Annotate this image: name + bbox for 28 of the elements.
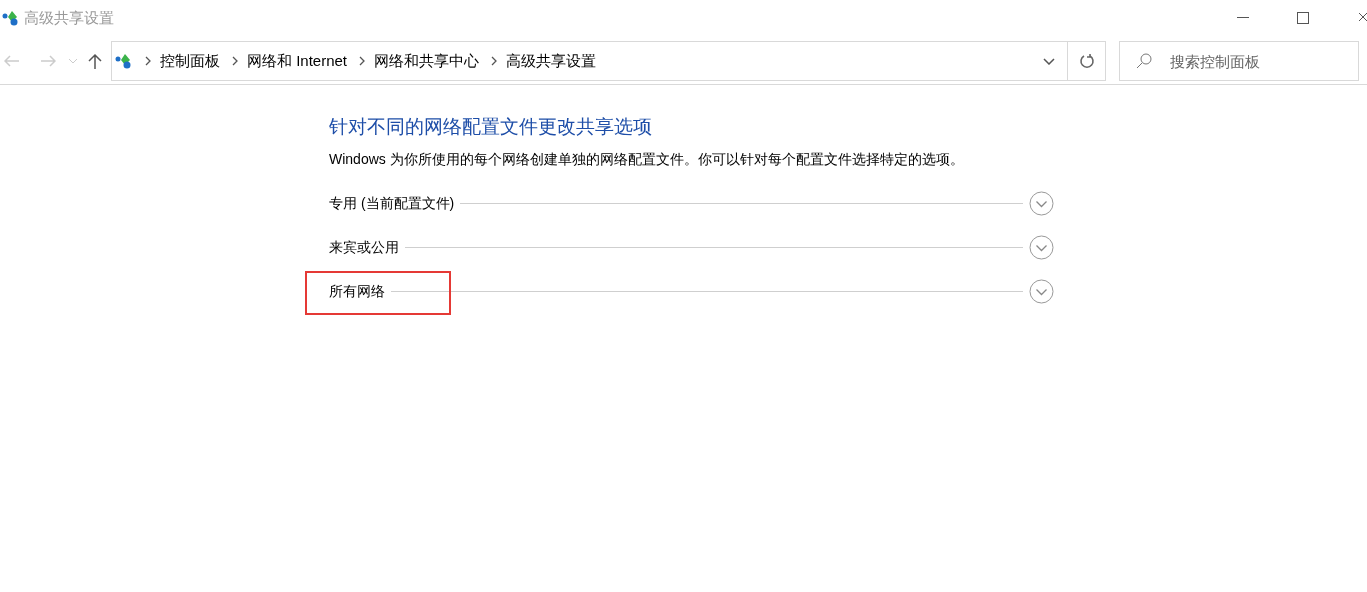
section-header[interactable]: 专用 (当前配置文件): [329, 193, 455, 214]
close-icon[interactable]: [1359, 12, 1367, 24]
chevron-icon: [491, 56, 498, 66]
search-icon: [1136, 53, 1152, 69]
section-header[interactable]: 来宾或公用: [329, 237, 399, 258]
minimize-icon[interactable]: [1237, 17, 1249, 19]
chevron-icon: [232, 56, 238, 66]
network-icon: [115, 53, 133, 69]
refresh-icon[interactable]: [1078, 53, 1095, 69]
network-icon: [2, 10, 20, 26]
chevron-icon: [145, 56, 151, 66]
expand-icon[interactable]: [1029, 279, 1054, 304]
breadcrumb-link[interactable]: 高级共享设置: [506, 49, 597, 73]
expand-icon[interactable]: [1029, 235, 1054, 260]
up-icon[interactable]: [88, 53, 102, 69]
breadcrumb-link[interactable]: 网络和共享中心: [374, 49, 480, 73]
breadcrumb-link[interactable]: 控制面板: [160, 49, 220, 73]
breadcrumb-link[interactable]: 网络和 Internet: [247, 49, 348, 73]
address-bar[interactable]: 控制面板 网络和 Internet 网络和共享中心 高级共享设置: [111, 41, 1106, 81]
window-title: 高级共享设置: [24, 7, 114, 28]
description: Windows 为你所使用的每个网络创建单独的网络配置文件。你可以针对每个配置文件选择特定的选项。: [329, 149, 965, 169]
chevron-icon: [359, 56, 366, 66]
search-field[interactable]: 搜索控制面板: [1119, 41, 1359, 81]
expand-icon[interactable]: [1029, 191, 1054, 216]
maximize-icon[interactable]: [1297, 12, 1309, 24]
dropdown-caret-icon[interactable]: [1043, 57, 1055, 65]
page-heading: 针对不同的网络配置文件更改共享选项: [329, 115, 653, 139]
section-header[interactable]: 所有网络: [329, 281, 385, 302]
